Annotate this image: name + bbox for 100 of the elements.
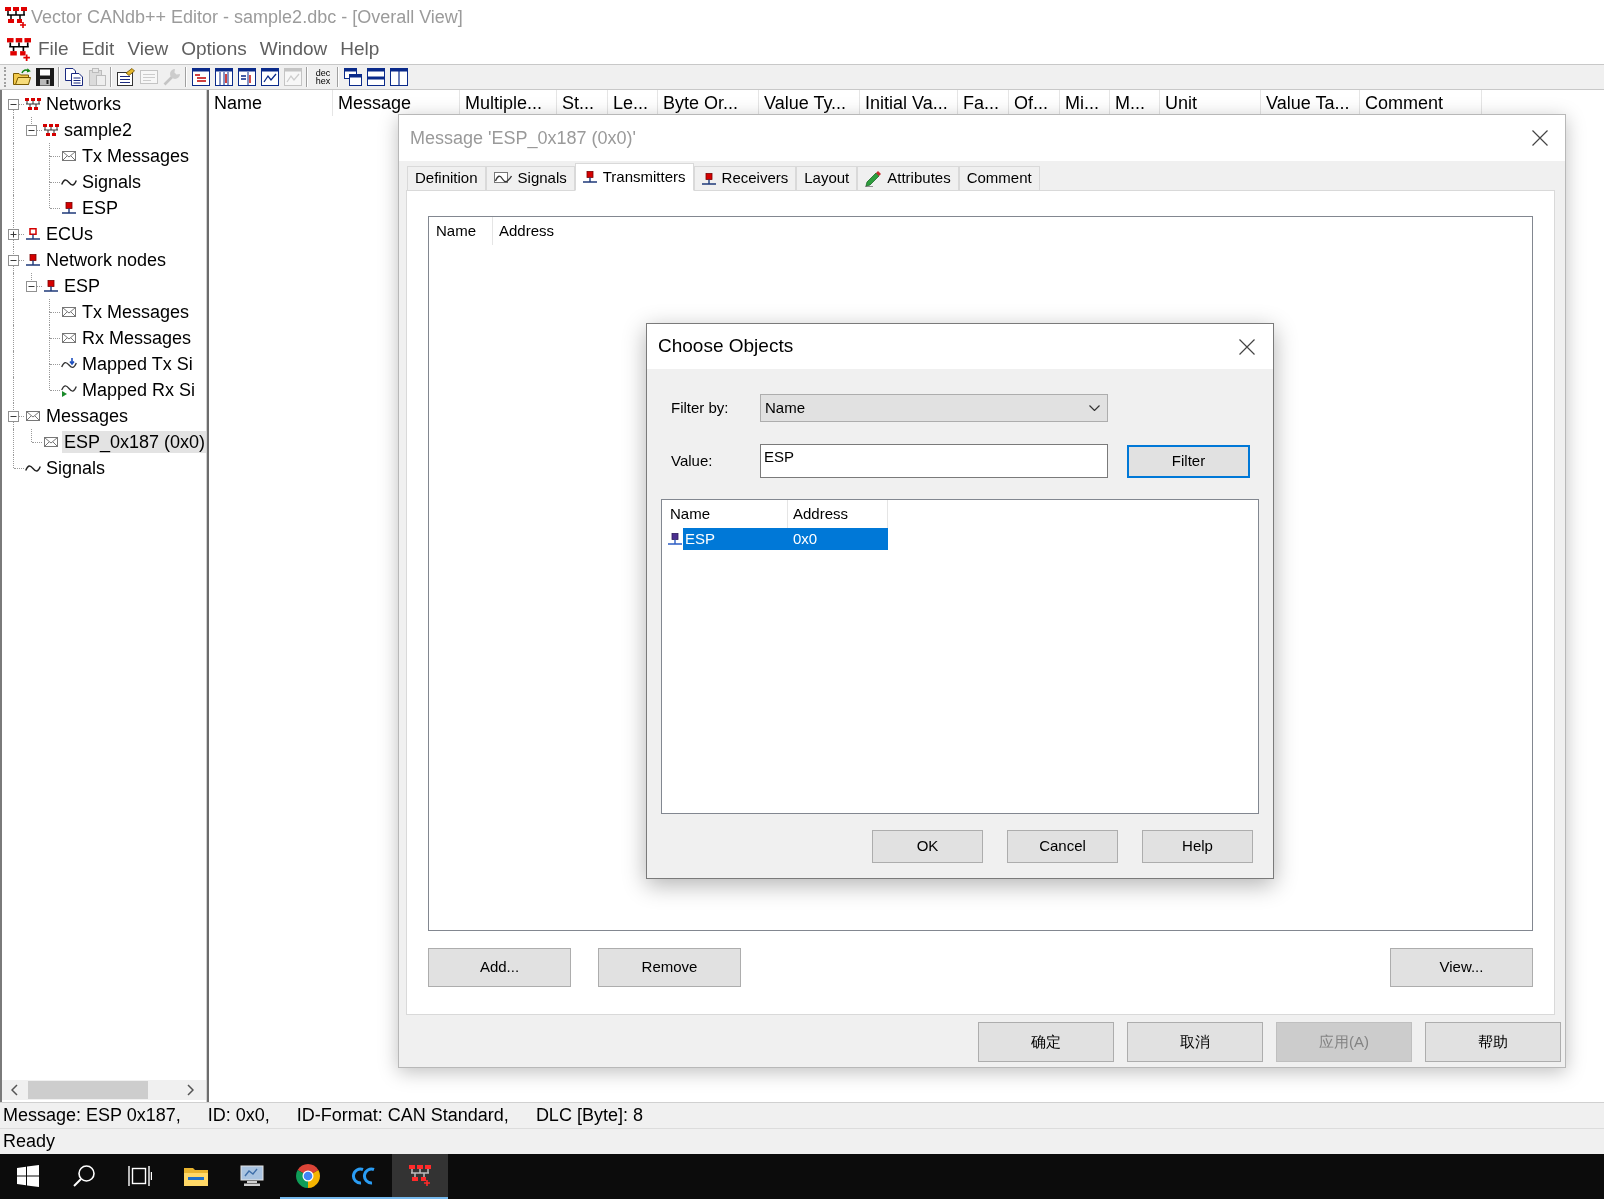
window-chart-icon[interactable] [261,68,279,86]
minus-icon[interactable] [8,98,19,110]
menu-item[interactable]: Window [253,35,334,63]
list-cell-text: ESP [684,528,716,549]
filter-button[interactable]: Filter [1127,444,1250,478]
search-icon [73,1164,95,1187]
tree-item[interactable]: Signals [80,171,144,193]
envelope-icon [44,437,58,447]
tab[interactable]: Layout [796,166,858,191]
view-button[interactable]: View... [1390,948,1533,987]
cancel-button[interactable]: 取消 [1127,1022,1263,1062]
status-text: DLC [Byte]: 8 [535,1104,643,1127]
network-icon [43,124,59,136]
cancel-button[interactable]: Cancel [1007,830,1118,863]
column-header[interactable]: Name [209,90,333,116]
wave-arrow-icon [61,383,77,397]
tree-item[interactable]: ESP [62,275,103,297]
app-icon [5,6,27,28]
copy-icon[interactable] [65,68,83,86]
tree-item[interactable]: Rx Messages [80,327,194,349]
tab[interactable]: Attributes [857,166,959,191]
column-header[interactable]: Address [493,217,555,245]
menu-item[interactable]: Help [334,35,386,63]
tree-item[interactable]: Tx Messages [80,145,192,167]
node-icon [582,171,597,183]
tree-item[interactable]: Mapped Rx Si [80,379,198,401]
field-label: Value: [671,450,714,471]
node-icon [26,254,40,266]
tree-item[interactable]: Mapped Tx Si [80,353,195,375]
list-row[interactable]: ESP 0x0 [683,528,888,550]
menu-item[interactable]: Edit [75,35,121,63]
folder-icon[interactable] [13,68,31,86]
remove-button[interactable]: Remove [598,948,741,987]
ok-button[interactable]: OK [872,830,983,863]
app-menu-icon[interactable] [7,37,31,61]
tree-item[interactable]: Networks [44,93,123,115]
envelope-icon [62,307,76,317]
status-text: Message: ESP 0x187, [3,1104,181,1127]
add-button[interactable]: Add... [428,948,571,987]
dec-hex-button[interactable]: dec hex [313,67,333,87]
menu-item[interactable]: Options [175,35,253,63]
monitor-icon [240,1165,264,1186]
node-icon [44,280,58,292]
window-split-icon[interactable] [238,68,256,86]
tab[interactable]: Definition [407,166,486,191]
tile-vertical-icon[interactable] [390,68,408,86]
plus-icon[interactable] [8,228,19,240]
node-icon [668,533,682,545]
tab[interactable]: Transmitters [574,163,694,191]
scrollbar-thumb[interactable] [28,1081,148,1099]
menu-item[interactable]: File [32,35,75,63]
minus-icon[interactable] [8,254,19,266]
dialog-title: Choose Objects [658,334,794,359]
field-label: Filter by: [671,397,730,418]
chevron-left-icon[interactable] [11,1084,18,1096]
wave-icon [61,177,77,187]
cascade-windows-icon[interactable] [344,68,362,86]
document-pen-icon[interactable] [117,68,135,86]
help-button[interactable]: 帮助 [1425,1022,1561,1062]
segmented-circle-icon [296,1163,320,1188]
status-text: Ready [3,1130,56,1153]
tree-item[interactable]: Signals [44,457,108,479]
tree-item[interactable]: ECUs [44,223,95,245]
node-icon [26,228,40,240]
task-view-icon [128,1164,152,1187]
close-icon[interactable] [1532,130,1548,146]
minus-icon[interactable] [8,410,19,422]
node-icon [62,202,76,214]
minus-icon[interactable] [26,124,37,136]
taskbar-button[interactable] [392,1154,448,1199]
help-button[interactable]: Help [1142,830,1253,863]
input-field[interactable]: ESP [760,444,1108,478]
dropdown[interactable]: Name [760,394,1108,422]
close-icon[interactable] [1239,338,1255,355]
tab[interactable]: Comment [958,166,1040,191]
tab[interactable]: Signals [485,166,575,191]
window-title: Vector CANdb++ Editor - sample2.dbc - [Overall View] [31,5,463,29]
double-arc-icon [351,1166,377,1185]
minus-icon[interactable] [26,280,37,292]
tree-item[interactable]: ESP [80,197,121,219]
tree-item[interactable]: Messages [44,405,131,427]
window-columns-icon[interactable] [215,68,233,86]
envelope-icon [62,333,76,343]
ok-button[interactable]: 确定 [978,1022,1114,1062]
tree-item[interactable]: Network nodes [44,249,169,271]
envelope-icon [26,411,40,421]
menu-item[interactable]: View [121,35,175,63]
tab[interactable]: Receivers [693,166,797,191]
tree-item[interactable]: Tx Messages [80,301,192,323]
wave-arrow-icon [61,357,77,371]
tree-item[interactable]: sample2 [62,119,135,141]
column-header[interactable]: Name [429,217,493,245]
pencil-icon [865,170,882,187]
chevron-down-icon [1089,405,1100,411]
window-list-icon[interactable] [192,68,210,86]
tree-item[interactable]: ESP_0x187 (0x0) [62,431,206,453]
chevron-right-icon[interactable] [187,1084,194,1096]
status-text: ID-Format: CAN Standard, [296,1104,509,1127]
network-icon [25,98,41,110]
tile-horizontal-icon[interactable] [367,68,385,86]
